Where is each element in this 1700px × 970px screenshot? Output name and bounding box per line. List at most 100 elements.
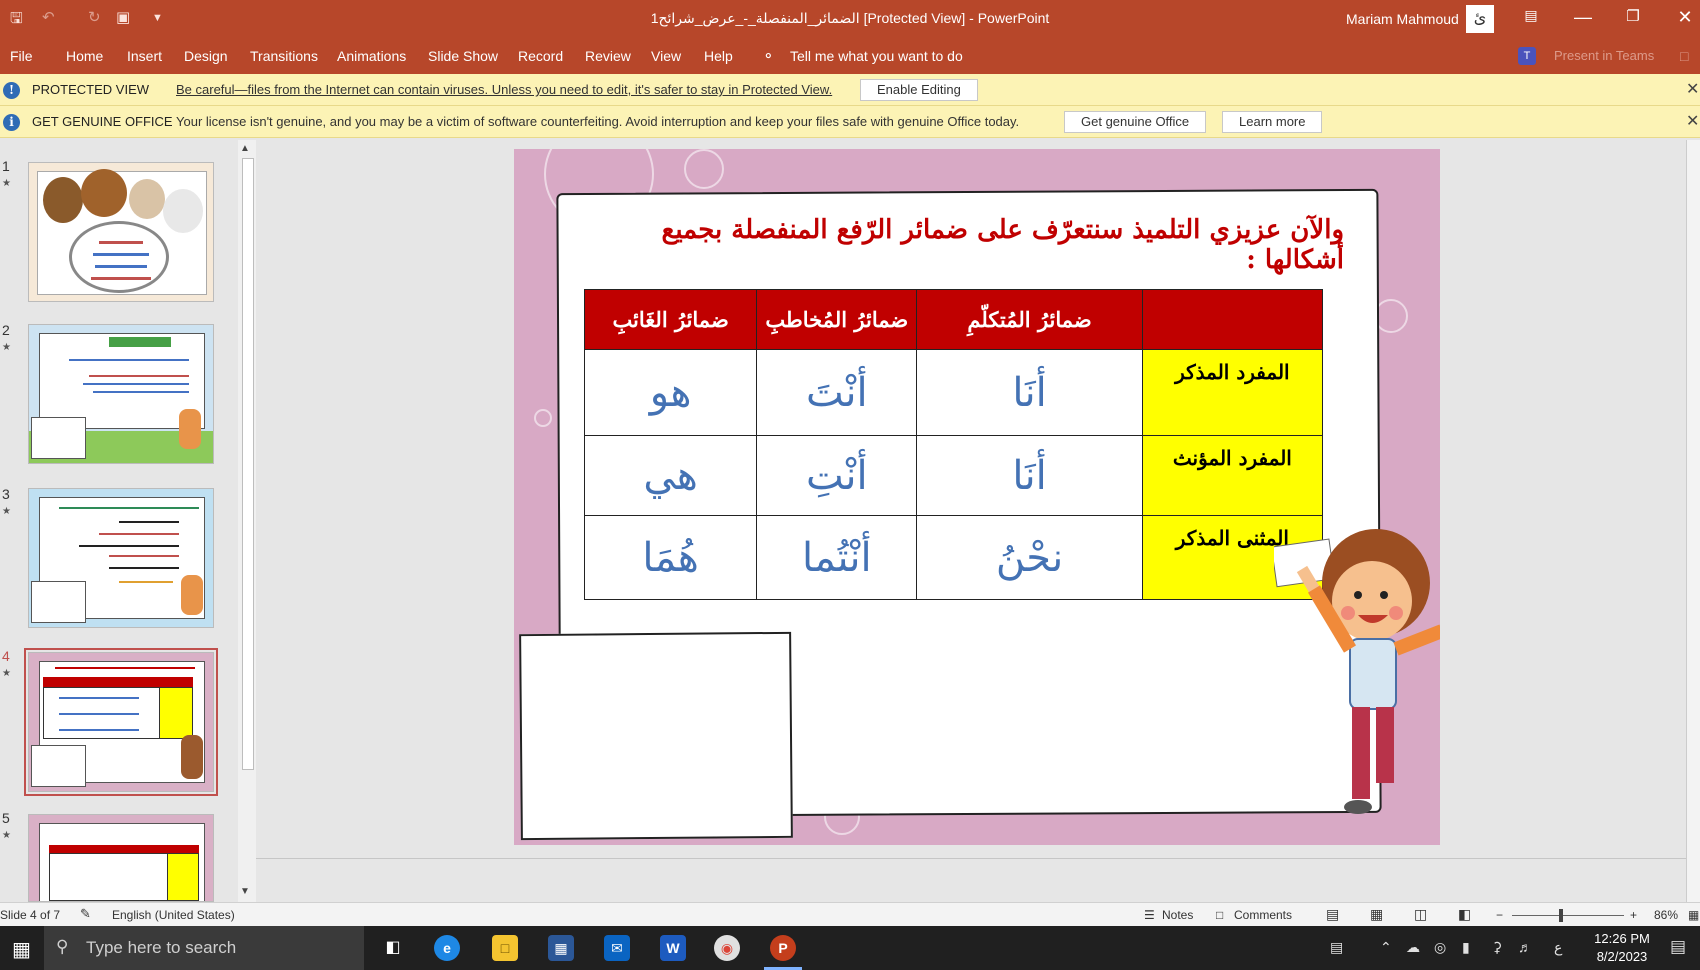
ribbon-display-icon[interactable]: ▤ xyxy=(1516,7,1546,24)
addressee-cell: أنْتُما xyxy=(756,515,918,600)
windows-start-icon[interactable]: ▦ xyxy=(12,937,31,962)
system-clock[interactable]: 12:26 PM 8/2/2023 xyxy=(1582,930,1662,966)
cartoon-head xyxy=(81,169,127,217)
onedrive-icon[interactable]: ☁ xyxy=(1406,939,1420,956)
pronouns-table[interactable]: ضمائرُ الغَائبِ ضمائرُ المُخاطبِ ضمائرُ … xyxy=(583,289,1324,600)
zoom-slider[interactable] xyxy=(1512,915,1624,916)
powerpoint-icon[interactable]: P xyxy=(770,935,796,961)
tab-file[interactable]: File xyxy=(10,48,33,64)
ribbon-tabs: File Home Insert Design Transitions Anim… xyxy=(0,38,1700,74)
boy-shirt xyxy=(1349,638,1397,710)
thumbnail-text-line xyxy=(59,729,139,731)
tab-design[interactable]: Design xyxy=(184,48,228,64)
slide-show-icon[interactable]: ◧ xyxy=(1458,906,1471,923)
notes-divider xyxy=(256,858,1686,859)
thumbnail-text-line xyxy=(93,253,149,256)
table-row: هي أنْتِ أنَا المفرد المؤنث xyxy=(583,435,1324,516)
speaker-cell: نحْنُ xyxy=(916,515,1143,600)
wifi-icon[interactable]: ⚳ xyxy=(1492,939,1502,956)
slide-canvas[interactable]: والآن عزيزي التلميذ سنتعرّف على ضمائر ال… xyxy=(514,149,1440,845)
edge-icon[interactable]: e xyxy=(434,935,460,961)
white-placeholder-box[interactable] xyxy=(519,631,793,841)
info-icon: i xyxy=(3,114,20,131)
task-view-icon[interactable]: ◧ xyxy=(380,935,406,961)
slide-sorter-icon[interactable]: ▦ xyxy=(1370,906,1383,923)
slide-thumbnail-1[interactable] xyxy=(28,162,214,302)
restore-icon[interactable]: ❐ xyxy=(1618,7,1648,25)
normal-view-icon[interactable]: ▤ xyxy=(1326,906,1339,923)
boy-cheek xyxy=(1341,606,1355,620)
tab-transitions[interactable]: Transitions xyxy=(250,48,318,64)
tab-animations[interactable]: Animations xyxy=(337,48,406,64)
tab-view[interactable]: View xyxy=(651,48,681,64)
protected-view-bar: ! PROTECTED VIEW Be careful—files from t… xyxy=(0,74,1700,106)
enable-editing-button[interactable]: Enable Editing xyxy=(860,79,978,101)
boy-shoe xyxy=(1344,800,1372,814)
fit-slide-icon[interactable]: ▦ xyxy=(1688,908,1699,922)
decorative-circle xyxy=(534,409,552,427)
thumbnail-text-line xyxy=(55,667,195,669)
genuine-office-bar: i GET GENUINE OFFICE Your license isn't … xyxy=(0,106,1700,138)
meet-now-icon[interactable]: ◎ xyxy=(1434,939,1446,956)
scroll-up-icon[interactable]: ▲ xyxy=(240,143,250,154)
zoom-in-icon[interactable]: + xyxy=(1630,908,1637,922)
get-genuine-office-button[interactable]: Get genuine Office xyxy=(1064,111,1207,133)
tab-insert[interactable]: Insert xyxy=(127,48,162,64)
search-placeholder: Type here to search xyxy=(86,938,237,957)
boy-leg xyxy=(1352,707,1370,799)
avatar[interactable]: ئ xyxy=(1466,5,1494,33)
slide-thumbnail-3[interactable] xyxy=(28,488,214,628)
right-scrollbar[interactable] xyxy=(1686,140,1700,902)
close-icon[interactable]: ✕ xyxy=(1686,111,1699,131)
slide-thumbnail-4[interactable] xyxy=(24,648,218,796)
clock-time: 12:26 PM xyxy=(1594,931,1650,946)
row-label: المفرد المؤنث xyxy=(1141,435,1324,516)
language-indicator[interactable]: English (United States) xyxy=(112,908,235,922)
file-explorer-icon[interactable]: □ xyxy=(492,935,518,961)
tab-home[interactable]: Home xyxy=(66,48,103,64)
battery-icon[interactable]: ▮ xyxy=(1462,939,1470,956)
store-icon[interactable]: ▦ xyxy=(548,935,574,961)
chrome-icon[interactable]: ◉ xyxy=(714,935,740,961)
reading-view-icon[interactable]: ◫ xyxy=(1414,906,1427,923)
close-icon[interactable]: ✕ xyxy=(1686,79,1699,99)
slide-title[interactable]: والآن عزيزي التلميذ سنتعرّف على ضمائر ال… xyxy=(614,215,1344,275)
scrollbar-thumb[interactable] xyxy=(242,158,254,770)
absent-cell: هُمَا xyxy=(583,515,758,600)
learn-more-button[interactable]: Learn more xyxy=(1222,111,1323,133)
mail-icon[interactable]: ✉ xyxy=(604,935,630,961)
user-name[interactable]: Mariam Mahmoud xyxy=(1346,11,1459,27)
thumbnail-text-line xyxy=(109,567,179,569)
speaker-cell: أنَا xyxy=(916,435,1143,516)
present-in-teams-button[interactable]: Present in Teams xyxy=(1554,48,1654,63)
protected-view-message[interactable]: Be careful—files from the Internet can c… xyxy=(176,82,832,97)
news-widget-icon[interactable]: ▤ xyxy=(1330,939,1343,956)
input-language[interactable]: ع xyxy=(1554,939,1562,956)
accessibility-icon[interactable]: ✎ xyxy=(80,906,91,922)
tab-slide-show[interactable]: Slide Show xyxy=(428,48,498,64)
tell-me-search[interactable]: Tell me what you want to do xyxy=(790,48,963,64)
minimize-icon[interactable]: — xyxy=(1568,7,1598,28)
scroll-down-icon[interactable]: ▼ xyxy=(240,886,250,897)
slide-thumbnail-2[interactable] xyxy=(28,324,214,464)
zoom-level[interactable]: 86% xyxy=(1654,908,1678,922)
close-icon[interactable]: ✕ xyxy=(1670,7,1700,28)
show-hidden-icons[interactable]: ⌃ xyxy=(1380,939,1392,956)
notification-icon[interactable]: ▤ xyxy=(1670,937,1686,957)
tab-help[interactable]: Help xyxy=(704,48,733,64)
volume-icon[interactable]: ♬ xyxy=(1518,939,1532,955)
notes-button[interactable]: Notes xyxy=(1162,908,1193,922)
comments-icon[interactable]: □ xyxy=(1680,48,1688,64)
slide-thumbnail-5[interactable] xyxy=(28,814,214,902)
tab-record[interactable]: Record xyxy=(518,48,563,64)
tab-review[interactable]: Review xyxy=(585,48,631,64)
thumbnail-scrollbar[interactable]: ▲ ▼ xyxy=(238,140,256,902)
word-icon[interactable]: W xyxy=(660,935,686,961)
taskbar-search[interactable]: ⚲ Type here to search xyxy=(44,926,364,970)
comments-button[interactable]: Comments xyxy=(1234,908,1292,922)
zoom-slider-thumb[interactable] xyxy=(1559,909,1563,922)
slide-counter: Slide 4 of 7 xyxy=(0,908,61,922)
thumbnail-text-line xyxy=(59,713,139,715)
slide-thumbnail-pane: 1 ★ 2 ★ 3 ★ 4 ★ 5 ★ xyxy=(0,140,240,902)
zoom-out-icon[interactable]: − xyxy=(1496,908,1503,922)
